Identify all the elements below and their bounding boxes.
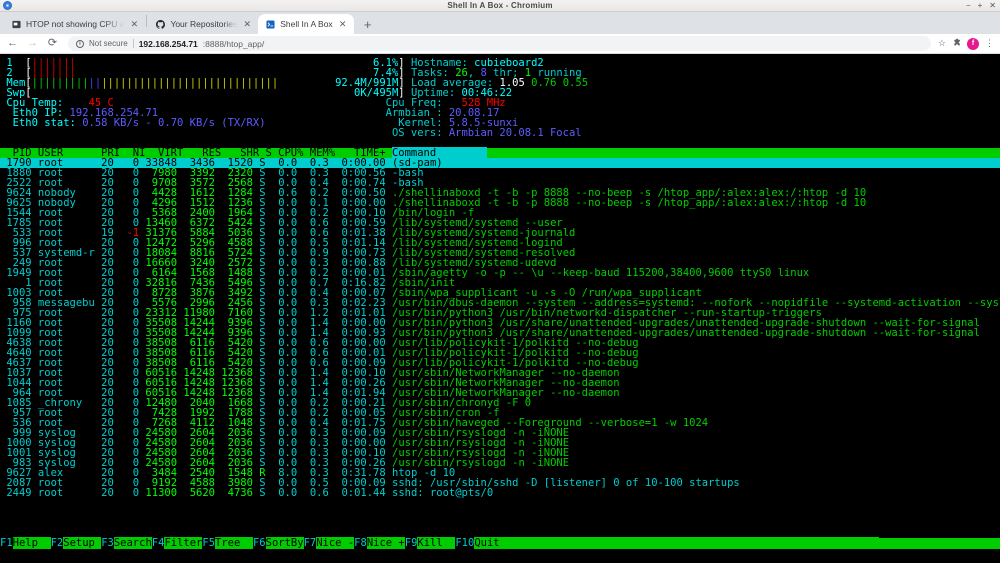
htop-blank-row <box>0 508 1000 518</box>
process-table-body[interactable]: 1790 root 20 0 33848 3436 1520 S 0.0 0.3… <box>0 158 1000 538</box>
fnkey-f1[interactable]: F1 <box>0 537 13 549</box>
htop-blank-row <box>0 498 1000 508</box>
fnlabel-f2[interactable]: Setup <box>63 537 102 549</box>
fnlabel-f10[interactable]: Quit <box>474 537 500 549</box>
security-status: Not secure <box>89 39 128 48</box>
cell-shr: 4736 <box>214 487 253 499</box>
browser-window: Shell In A Box - Chromium − + ✕ HTOP not… <box>0 0 1000 563</box>
url-host: 192.168.254.71 <box>138 38 198 49</box>
tab-label: Your Repositories <box>170 19 238 29</box>
cell-pri: 20 <box>101 487 114 499</box>
cell-mem: 0.6 <box>297 487 329 499</box>
cell-virt: 11300 <box>139 487 178 499</box>
cell-res: 5620 <box>177 487 215 499</box>
cell-time: 0:01.44 <box>328 487 386 499</box>
window-title: Shell In A Box - Chromium <box>447 0 553 10</box>
fnlabel-f4[interactable]: Filter <box>164 537 203 549</box>
fnkey-f9[interactable]: F9 <box>404 537 418 549</box>
function-key-bar[interactable]: F1Help F2Setup F3SearchF4FilterF5Tree F6… <box>0 537 1000 549</box>
menu-kebab-icon[interactable]: ⋮ <box>985 38 994 49</box>
page-icon <box>12 20 21 29</box>
fnlabel-f7[interactable]: Nice - <box>316 537 355 549</box>
fnkey-f4[interactable]: F4 <box>151 537 165 549</box>
terminal-shell-in-a-box[interactable]: 1 [||||||| 6.1%] Hostname: cubieboard2 2… <box>0 54 1000 563</box>
fnlabel-f5[interactable]: Tree <box>215 537 253 549</box>
minimize-button[interactable]: − <box>966 0 971 12</box>
tab-close-icon[interactable]: ✕ <box>242 19 252 30</box>
cell-user: root <box>31 487 102 499</box>
cell-ni: 0 <box>113 487 140 499</box>
cell-cpu: 0.0 <box>265 487 298 499</box>
fnkey-f3[interactable]: F3 <box>101 537 114 549</box>
back-icon[interactable]: ← <box>6 38 19 49</box>
fnkey-f5[interactable]: F5 <box>202 537 216 549</box>
fnlabel-f8[interactable]: Nice + <box>366 537 405 549</box>
fnkey-f10[interactable]: F10 <box>455 537 475 549</box>
avatar[interactable]: f <box>967 37 979 50</box>
tab-close-icon[interactable]: ✕ <box>129 19 139 30</box>
table-row[interactable]: 2449 root 20 0 11300 5620 4736 S 0.0 0.6… <box>0 487 1000 499</box>
fnlabel-f6[interactable]: SortBy <box>265 537 304 549</box>
htop-extra-row: OS vers: Armbian 20.08.1 Focal <box>0 127 1000 139</box>
url-path: :8888/htop_app/ <box>202 38 265 49</box>
window-controls: − + ✕ <box>966 0 996 12</box>
fnlabel-f3[interactable]: Search <box>113 537 152 549</box>
fnkey-f6[interactable]: F6 <box>252 537 266 549</box>
tab-separator <box>146 15 148 27</box>
omnibox-divider <box>132 39 134 48</box>
github-icon <box>156 19 166 29</box>
fnkey-f7[interactable]: F7 <box>303 537 317 549</box>
htop-screen: 1 [||||||| 6.1%] Hostname: cubieboard2 2… <box>0 54 1000 549</box>
htop-header-meters: 1 [||||||| 6.1%] Hostname: cubieboard2 2… <box>0 58 1000 148</box>
shellinabox-icon <box>266 19 275 29</box>
fnkey-f8[interactable]: F8 <box>354 537 367 549</box>
new-tab-button[interactable]: + <box>358 14 378 34</box>
tab-shell-in-a-box[interactable]: Shell In A Box ✕ <box>258 14 354 34</box>
htop-blank-row <box>0 518 1000 528</box>
cell-command: sshd: root@pts/0 <box>385 487 494 499</box>
tab-strip: HTOP not showing CPU a ✕ Your Repositori… <box>0 12 1000 34</box>
forward-icon[interactable]: → <box>26 38 39 49</box>
bookmark-star-icon[interactable]: ☆ <box>938 38 946 49</box>
toolbar-icons: ☆ f ⋮ <box>938 37 994 50</box>
tab-htop-not-showing-cpu[interactable]: HTOP not showing CPU a ✕ <box>4 14 145 34</box>
fnlabel-f1[interactable]: Help <box>12 537 51 549</box>
tab-label: Shell In A Box <box>280 19 333 29</box>
browser-toolbar: ← → ⟳ i Not secure 192.168.254.71 :8888/h… <box>0 34 1000 54</box>
close-button[interactable]: ✕ <box>989 0 996 12</box>
fnlabel-f9[interactable]: Kill <box>417 537 456 549</box>
maximize-button[interactable]: + <box>978 0 983 12</box>
cell-state: S <box>252 487 266 499</box>
address-bar[interactable]: i Not secure 192.168.254.71 :8888/htop_ap… <box>68 36 931 51</box>
tab-your-repositories[interactable]: Your Repositories ✕ <box>148 14 258 34</box>
reload-icon[interactable]: ⟳ <box>46 38 59 49</box>
system-info-line: OS vers: Armbian 20.08.1 Focal <box>385 127 582 139</box>
extensions-puzzle-icon[interactable] <box>952 38 961 49</box>
info-icon[interactable]: i <box>76 39 84 48</box>
title-bar: Shell In A Box - Chromium − + ✕ <box>0 0 1000 12</box>
fnkey-f2[interactable]: F2 <box>50 537 64 549</box>
tab-label: HTOP not showing CPU a <box>26 19 125 29</box>
tab-close-icon[interactable]: ✕ <box>338 19 348 30</box>
